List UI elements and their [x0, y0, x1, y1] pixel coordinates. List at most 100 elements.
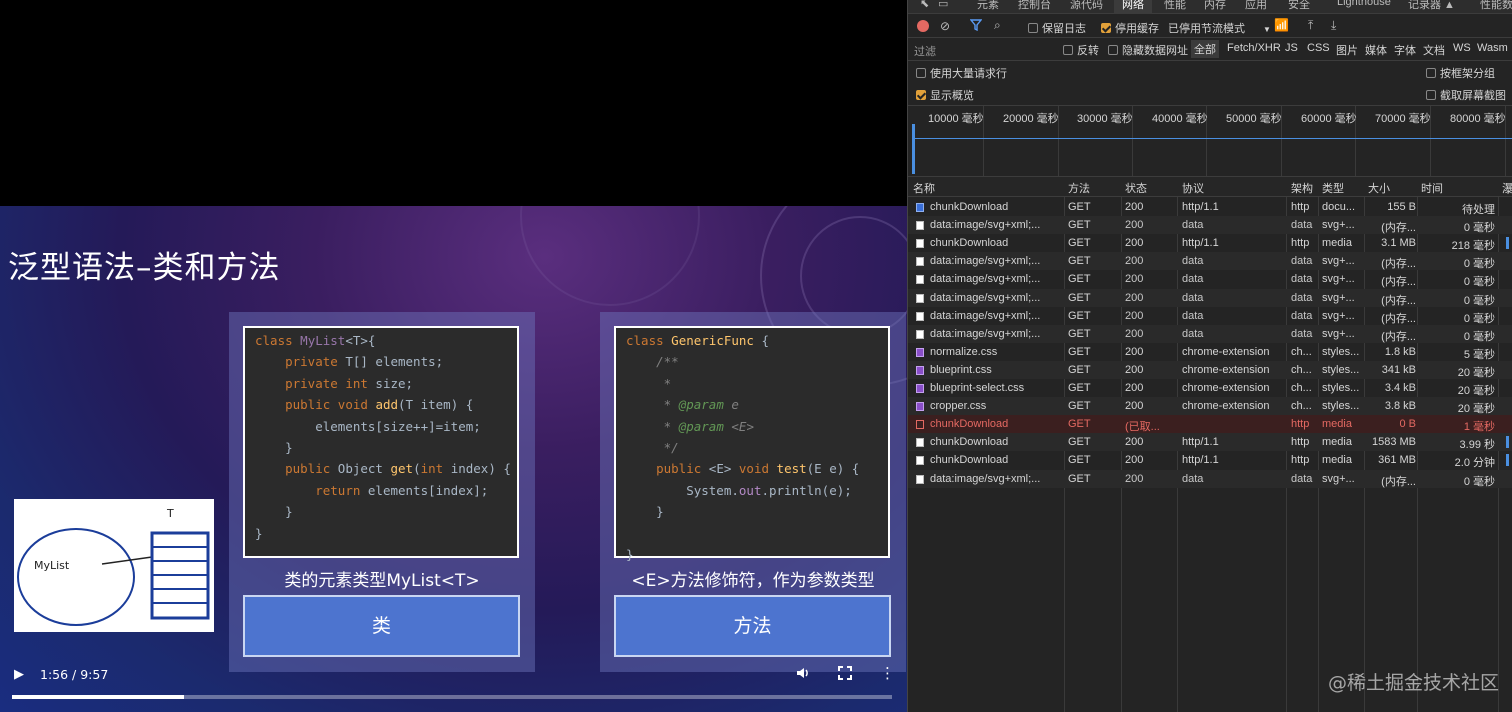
cell-protocol: http/1.1 — [1182, 201, 1219, 213]
filter-type-img[interactable]: 图片 — [1336, 42, 1358, 58]
filter-icon[interactable] — [969, 19, 983, 34]
table-row[interactable]: chunkDownload GET 200 http/1.1 http media 3.1 … — [908, 234, 1512, 252]
filter-input[interactable]: 过滤 — [914, 43, 1054, 59]
slide: 泛型语法–类和方法 MyList T class MyList<T>{ priv… — [0, 206, 907, 712]
tab-console[interactable]: 控制台 — [1018, 0, 1051, 12]
cell-time: 2.0 分钟 — [1454, 457, 1495, 470]
tab-performance-insights[interactable]: 性能数据 — [1480, 0, 1512, 12]
cell-method: GET — [1068, 418, 1091, 431]
progress-bar[interactable] — [12, 695, 892, 699]
play-icon[interactable]: ▶ — [14, 667, 24, 682]
cell-scheme: data — [1291, 472, 1313, 485]
table-row[interactable]: chunkDownload GET (已取... http media 0 B 1 毫秒 — [908, 415, 1512, 434]
filter-type-font[interactable]: 字体 — [1394, 42, 1416, 58]
big-rows-option[interactable]: 使用大量请求行 — [916, 65, 1007, 81]
cell-name: blueprint-select.css — [930, 382, 1025, 394]
filter-type-media[interactable]: 媒体 — [1365, 42, 1387, 58]
show-overview-checkbox[interactable] — [916, 90, 926, 100]
tab-lighthouse[interactable]: Lighthouse — [1337, 0, 1391, 8]
cell-size: (内存... — [1381, 258, 1416, 271]
cell-name: cropper.css — [930, 400, 987, 413]
record-icon[interactable] — [917, 20, 929, 32]
capture-screenshots-option[interactable]: 截取屏幕截图 — [1426, 87, 1506, 103]
more-options-icon[interactable]: ⋮ — [880, 664, 895, 682]
timeline-overview[interactable]: 10000 毫秒 20000 毫秒 30000 毫秒 40000 毫秒 5000… — [908, 105, 1512, 177]
tab-sources[interactable]: 源代码 — [1070, 0, 1103, 12]
table-row[interactable]: data:image/svg+xml;... GET 200 data data svg+… — [908, 307, 1512, 325]
hide-data-urls-option[interactable]: 隐藏数据网址 — [1108, 42, 1188, 58]
disable-cache-checkbox[interactable] — [1101, 23, 1111, 33]
table-row[interactable]: data:image/svg+xml;... GET 200 data data svg+… — [908, 270, 1512, 288]
col-time[interactable]: 时间 — [1421, 180, 1443, 196]
tab-elements[interactable]: 元素 — [977, 0, 999, 12]
filter-type-fetch[interactable]: Fetch/XHR — [1227, 42, 1281, 54]
group-by-frame-option[interactable]: 按框架分组 — [1426, 65, 1495, 81]
invert-checkbox[interactable] — [1063, 45, 1073, 55]
col-scheme[interactable]: 架构 — [1291, 180, 1313, 196]
tab-network[interactable]: 网络 — [1114, 0, 1152, 14]
filter-type-all[interactable]: 全部 — [1191, 40, 1219, 58]
tab-security[interactable]: 安全 — [1288, 0, 1310, 12]
col-protocol[interactable]: 协议 — [1182, 180, 1204, 196]
col-waterfall[interactable]: 瀑 — [1502, 180, 1512, 196]
capture-screenshots-label: 截取屏幕截图 — [1440, 90, 1506, 102]
device-icon[interactable]: ▭ — [938, 0, 948, 10]
import-har-icon[interactable]: ⤒ — [1308, 18, 1313, 33]
inspect-icon[interactable]: ⬉ — [920, 0, 929, 10]
filter-type-js[interactable]: JS — [1285, 42, 1298, 54]
table-row[interactable]: blueprint-select.css GET 200 chrome-extensi… — [908, 379, 1512, 397]
preserve-log-option[interactable]: 保留日志 — [1028, 20, 1086, 36]
search-icon[interactable]: ⌕ — [994, 18, 1001, 33]
tab-recorder[interactable]: 记录器 ▲ — [1408, 0, 1455, 12]
tab-application[interactable]: 应用 — [1245, 0, 1267, 12]
class-code-block: class MyList<T>{ private T[] elements; p… — [243, 326, 519, 558]
hide-data-urls-checkbox[interactable] — [1108, 45, 1118, 55]
filter-type-css[interactable]: CSS — [1307, 42, 1330, 54]
col-name[interactable]: 名称 — [913, 180, 935, 196]
table-row[interactable]: normalize.css GET 200 chrome-extension ch...… — [908, 343, 1512, 361]
network-conditions-icon[interactable]: 📶 — [1274, 18, 1289, 32]
timeline-tick-label: 10000 毫秒 — [928, 113, 984, 125]
filter-type-wasm[interactable]: Wasm — [1477, 42, 1508, 54]
video-player[interactable]: 泛型语法–类和方法 MyList T class MyList<T>{ priv… — [0, 0, 907, 712]
table-row[interactable]: chunkDownload GET 200 http/1.1 http docu... 15… — [908, 198, 1512, 216]
filter-type-doc[interactable]: 文档 — [1423, 42, 1445, 58]
show-overview-option[interactable]: 显示概览 — [916, 87, 974, 103]
table-row[interactable]: chunkDownload GET 200 http/1.1 http media 361 … — [908, 451, 1512, 469]
cell-type: styles... — [1322, 382, 1360, 394]
fullscreen-icon[interactable] — [838, 665, 852, 684]
throttle-select[interactable]: 已停用节流模式 ▼ — [1168, 20, 1271, 36]
col-status[interactable]: 状态 — [1125, 180, 1147, 196]
export-har-icon[interactable]: ⤓ — [1331, 18, 1336, 33]
filter-type-ws[interactable]: WS — [1453, 42, 1471, 54]
big-rows-checkbox[interactable] — [916, 68, 926, 78]
cell-type: styles... — [1322, 363, 1360, 376]
table-row[interactable]: blueprint.css GET 200 chrome-extension ch...… — [908, 360, 1512, 379]
sketch-circle-label: MyList — [34, 559, 70, 572]
table-row[interactable]: data:image/svg+xml;... GET 200 data data svg+… — [908, 216, 1512, 235]
table-row[interactable]: chunkDownload GET 200 http/1.1 http media 1583… — [908, 433, 1512, 452]
invert-option[interactable]: 反转 — [1063, 42, 1099, 58]
capture-screenshots-checkbox[interactable] — [1426, 90, 1436, 100]
table-row[interactable]: data:image/svg+xml;... GET 200 data data svg+… — [908, 252, 1512, 271]
clear-icon[interactable]: ⊘ — [940, 19, 950, 33]
table-row[interactable]: cropper.css GET 200 chrome-extension ch... st… — [908, 397, 1512, 416]
table-row[interactable]: data:image/svg+xml;... GET 200 data data svg+… — [908, 324, 1512, 343]
tab-performance[interactable]: 性能 — [1164, 0, 1186, 12]
cell-time: 20 毫秒 — [1457, 366, 1495, 379]
tab-memory[interactable]: 内存 — [1204, 0, 1226, 12]
volume-icon[interactable] — [795, 665, 811, 685]
col-method[interactable]: 方法 — [1068, 180, 1090, 196]
devtools-panel: ⬉ ▭ 元素 控制台 源代码 网络 性能 内存 应用 安全 Lighthouse… — [907, 0, 1512, 712]
table-row[interactable]: data:image/svg+xml;... GET 200 data data svg+… — [908, 469, 1512, 488]
table-row[interactable]: data:image/svg+xml;... GET 200 data data svg+… — [908, 288, 1512, 307]
cell-time: 218 毫秒 — [1451, 240, 1495, 253]
cell-status: 200 — [1125, 219, 1144, 232]
group-by-frame-checkbox[interactable] — [1426, 68, 1436, 78]
cell-time: 0 毫秒 — [1463, 294, 1495, 307]
class-caption: 类的元素类型MyList<T> — [284, 571, 480, 591]
preserve-log-checkbox[interactable] — [1028, 23, 1038, 33]
col-size[interactable]: 大小 — [1368, 180, 1390, 196]
disable-cache-option[interactable]: 停用缓存 — [1101, 20, 1159, 36]
col-type[interactable]: 类型 — [1322, 180, 1344, 196]
